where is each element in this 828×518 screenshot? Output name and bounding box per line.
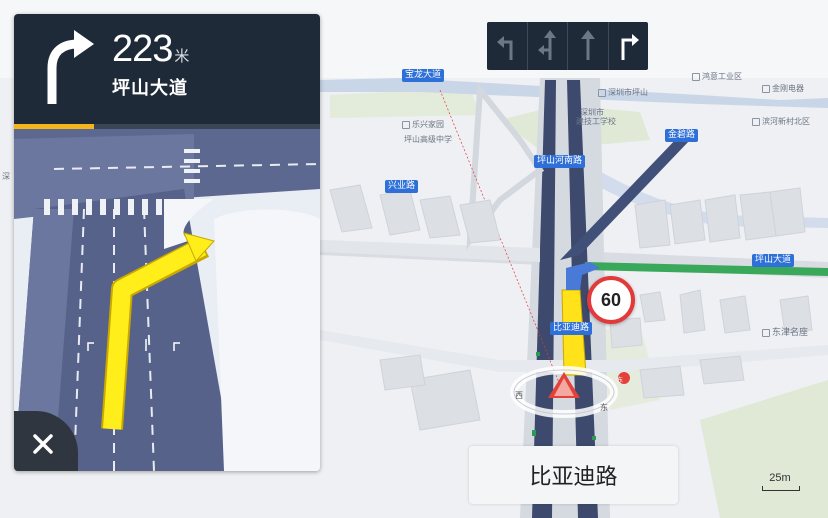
poi-label: 坪山高级中学 <box>404 135 452 144</box>
guidance-header: 223 米 坪山大道 <box>14 14 320 124</box>
lane-straight <box>568 22 609 70</box>
distance-readout: 223 米 <box>112 28 189 71</box>
poi-label: 东津名座 <box>762 328 808 338</box>
poi-label: 乐兴家园 <box>402 120 444 130</box>
straight-icon <box>581 30 595 60</box>
lane-turn-right <box>609 22 649 70</box>
close-icon <box>33 434 53 454</box>
poi-label: 建技工学校 <box>576 117 616 126</box>
current-road-name: 比亚迪路 <box>469 446 678 504</box>
road-label-baolong: 宝龙大道 <box>402 69 445 82</box>
road-label-pingshan-river-south: 坪山河南路 <box>534 155 586 168</box>
speed-limit-sign: 60 <box>587 276 635 324</box>
poi-label: 滨河新村北区 <box>752 117 810 127</box>
compass-west: 西 <box>515 391 523 400</box>
compass-mini: 东 <box>617 376 623 384</box>
poi-label: 金刚电器 <box>762 84 804 94</box>
map-scale: 25m <box>760 472 800 492</box>
navigation-screen: 西 东 东 宝龙大道 鸿意工业区 金刚电器 深圳市坪山 深圳市 建技工学校 乐兴… <box>0 0 828 518</box>
straight-left-icon <box>537 30 556 60</box>
lane-straight-left <box>528 22 568 70</box>
lane-turn-left <box>487 22 528 70</box>
turn-right-icon <box>621 34 639 60</box>
next-road-name: 坪山大道 <box>112 78 188 99</box>
distance-unit: 米 <box>174 47 190 65</box>
road-label-xingye: 兴业路 <box>385 180 419 193</box>
distance-value: 223 <box>112 28 173 70</box>
turn-left-icon <box>497 36 513 60</box>
road-label-jinbi: 金碧路 <box>665 129 699 142</box>
road-label-biyadi: 比亚迪路 <box>550 322 593 335</box>
lane-guidance <box>487 22 648 70</box>
poi-label: 深 <box>2 172 10 181</box>
road-label-pingshan-avenue: 坪山大道 <box>752 254 795 267</box>
compass-east: 东 <box>600 402 608 412</box>
guidance-panel: 223 米 坪山大道 <box>14 14 320 471</box>
poi-label: 鸿意工业区 <box>692 72 742 82</box>
scale-label: 25m <box>769 472 791 484</box>
turn-right-arrow-icon <box>47 30 94 104</box>
poi-label: 深圳市坪山 <box>598 88 648 98</box>
scale-bar <box>762 486 800 491</box>
